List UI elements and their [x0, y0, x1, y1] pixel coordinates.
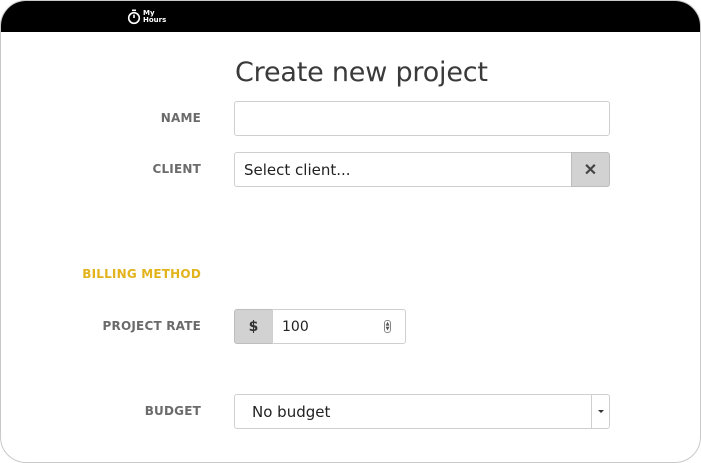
client-label: CLIENT [152, 162, 201, 176]
budget-label: BUDGET [144, 404, 201, 418]
budget-select-value: No budget [252, 402, 331, 421]
close-icon: ✕ [583, 161, 598, 179]
client-clear-button[interactable]: ✕ [571, 152, 610, 187]
logo-text: My Hours [143, 10, 166, 24]
spinner-down-icon[interactable]: ▼ [386, 326, 390, 332]
page-title: Create new project [235, 57, 488, 88]
budget-select[interactable]: No budget [234, 394, 610, 429]
currency-addon: $ [234, 309, 273, 344]
logo-line2: Hours [143, 16, 167, 24]
project-rate-input[interactable]: 100 ▲ ▼ [272, 309, 406, 344]
project-rate-value: 100 [282, 318, 309, 335]
number-spinner[interactable]: ▲ ▼ [384, 320, 391, 333]
client-select[interactable]: Select client... [234, 152, 572, 187]
billing-method-heading: BILLING METHOD [82, 267, 201, 281]
app-window: My Hours Create new project NAME CLIENT … [0, 0, 701, 463]
stopwatch-icon [127, 9, 141, 25]
caret-down-icon [597, 410, 604, 413]
budget-dropdown-toggle[interactable] [591, 395, 609, 428]
name-label: NAME [160, 111, 201, 125]
client-select-value: Select client... [244, 160, 351, 179]
app-logo[interactable]: My Hours [127, 8, 166, 26]
name-input[interactable] [234, 101, 610, 136]
project-rate-label: PROJECT RATE [102, 319, 201, 333]
top-bar: My Hours [1, 1, 700, 32]
